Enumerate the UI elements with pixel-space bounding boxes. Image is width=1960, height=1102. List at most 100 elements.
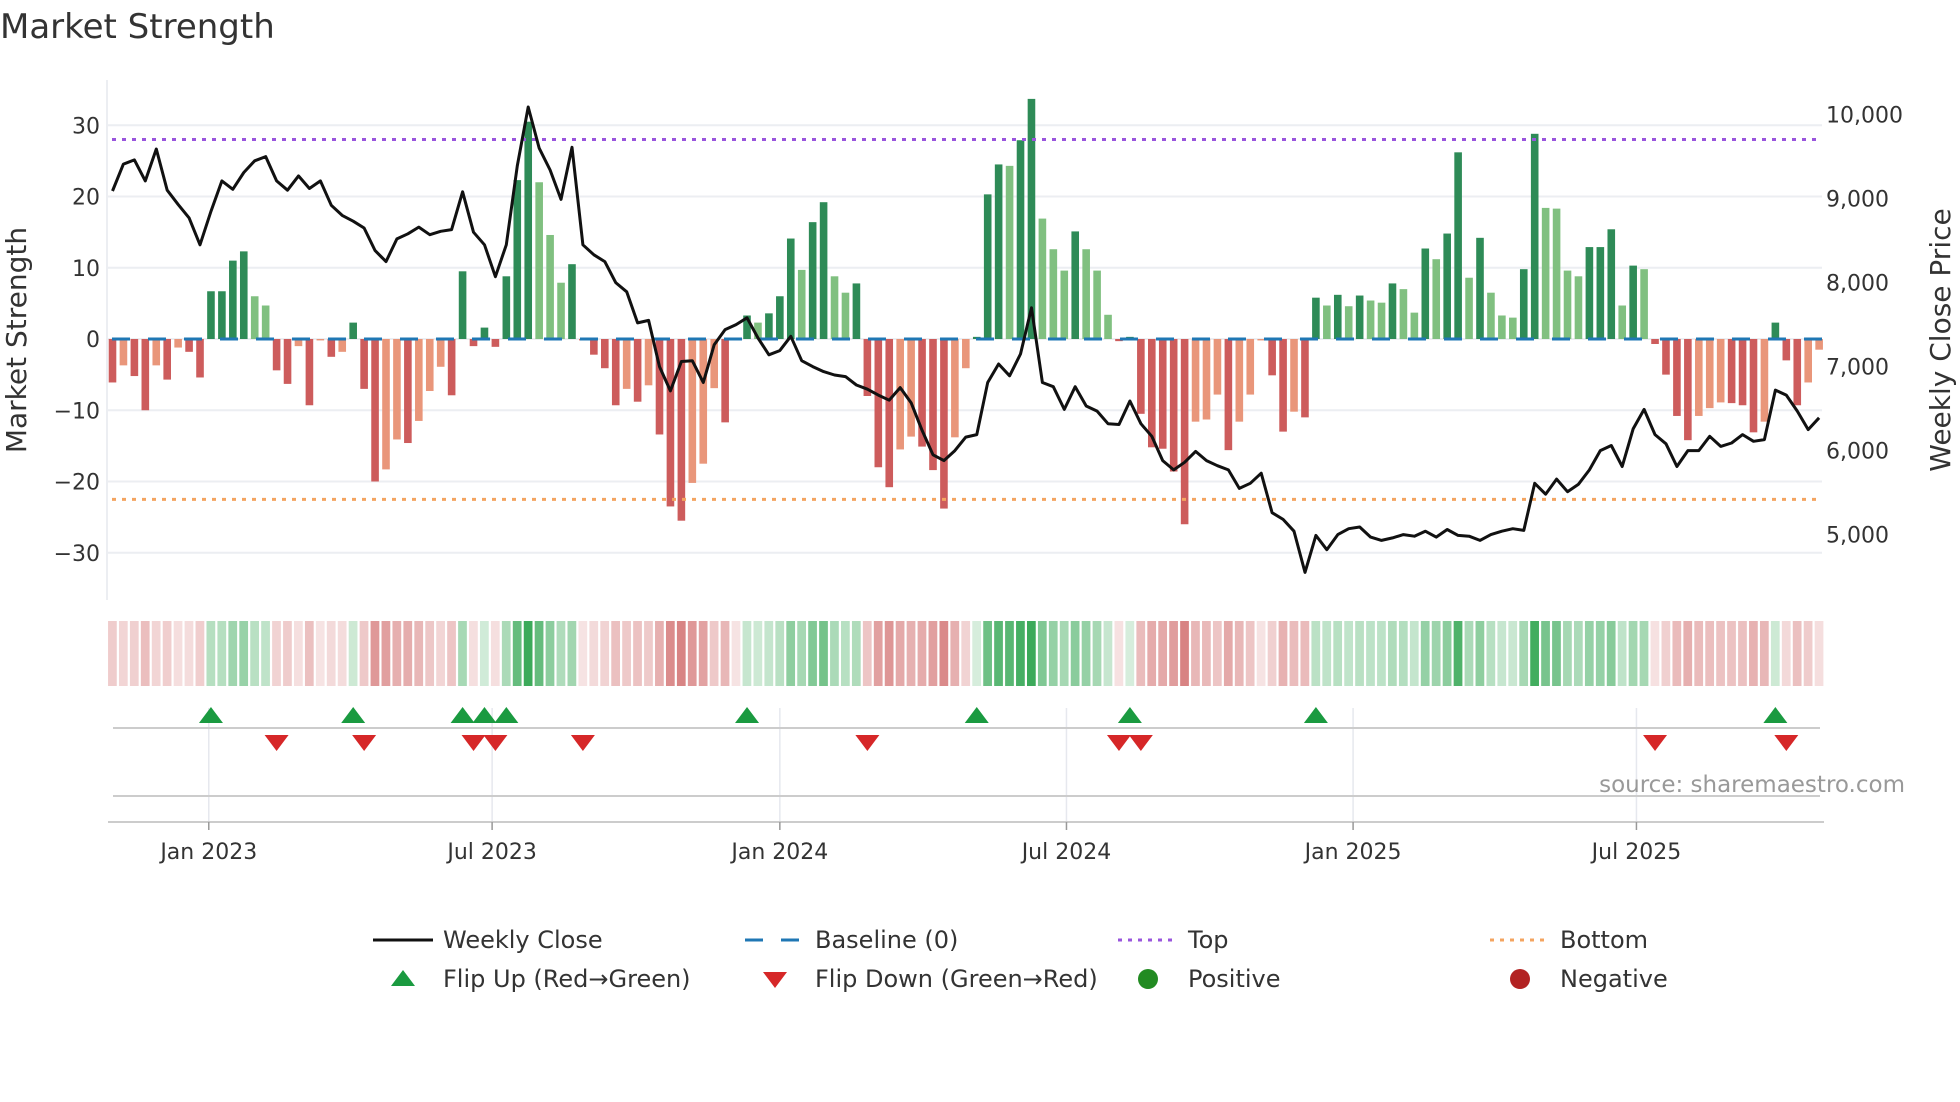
- heat-cell: [228, 621, 238, 686]
- strength-bar: [1618, 305, 1627, 339]
- strength-bar: [940, 339, 948, 509]
- strength-bar: [994, 164, 1003, 339]
- strength-bar: [1519, 269, 1528, 339]
- strength-bar: [1552, 208, 1561, 339]
- y2-tick-label: 9,000: [1826, 188, 1889, 213]
- strength-bar: [207, 291, 215, 339]
- y-tick-label: 30: [72, 114, 100, 139]
- chart-title: Market Strength: [0, 7, 275, 47]
- heat-cell: [1125, 621, 1135, 686]
- strength-bar: [1749, 339, 1758, 433]
- heat-cell: [895, 621, 905, 686]
- heat-cell: [1103, 621, 1113, 686]
- heat-cell: [304, 621, 314, 686]
- y-tick-label: 10: [72, 257, 100, 282]
- y2-tick-label: 5,000: [1826, 524, 1889, 549]
- heat-cell: [786, 621, 796, 686]
- strength-bar: [1607, 229, 1616, 339]
- strength-bar: [491, 339, 500, 347]
- strength-bar: [841, 292, 850, 339]
- strength-bar: [261, 305, 270, 339]
- heat-cell: [862, 621, 872, 686]
- legend-item: Bottom: [1490, 926, 1648, 954]
- heat-cell: [731, 621, 741, 686]
- flip-up-marker: [341, 707, 366, 723]
- strength-bar: [239, 251, 248, 339]
- legend-item: Weekly Close: [373, 926, 603, 954]
- strength-bar: [776, 296, 784, 339]
- y2-tick-label: 6,000: [1826, 440, 1889, 465]
- heat-cell: [1727, 621, 1736, 686]
- strength-bar: [1180, 339, 1189, 525]
- flip-down-marker: [1774, 735, 1799, 751]
- strength-bar: [1662, 339, 1670, 375]
- heat-cell: [1530, 621, 1539, 686]
- strength-bar: [1082, 249, 1090, 339]
- strength-bar: [1443, 233, 1451, 339]
- heat-cell: [1442, 621, 1452, 686]
- heat-cell: [1202, 621, 1211, 686]
- left-axis-ticks: −30 −20 −10 0 10 20 30: [54, 114, 100, 567]
- heat-cell: [644, 621, 653, 686]
- strength-bar: [1498, 315, 1506, 339]
- heat-cell: [1749, 621, 1758, 686]
- heat-cell: [1289, 621, 1299, 686]
- strength-bar: [1312, 297, 1320, 339]
- strength-bar: [951, 339, 959, 438]
- heat-cell: [1322, 621, 1332, 686]
- legend-label: Bottom: [1560, 926, 1648, 954]
- flip-down-marker: [483, 735, 508, 751]
- heat-cell: [1803, 621, 1813, 686]
- y-tick-label: −30: [54, 542, 100, 567]
- strength-bar: [1815, 339, 1823, 350]
- heat-cell: [556, 621, 566, 686]
- heat-cell: [1563, 621, 1572, 686]
- heat-cell: [1377, 621, 1386, 686]
- heat-cell: [534, 621, 544, 686]
- strength-bar: [1027, 98, 1036, 339]
- x-tick-label: Jul 2025: [1590, 840, 1682, 865]
- heat-cell: [1584, 621, 1594, 686]
- heat-cell: [184, 621, 194, 686]
- heat-cell: [939, 621, 949, 686]
- heat-cell: [1694, 621, 1704, 686]
- strength-bar: [1476, 237, 1484, 339]
- heat-cell: [261, 621, 270, 686]
- heat-cell: [425, 621, 435, 686]
- heat-cell: [1136, 621, 1146, 686]
- strength-bar: [1257, 339, 1265, 341]
- heat-cell: [1234, 621, 1244, 686]
- heat-cell: [1366, 621, 1375, 686]
- heat-cell: [523, 621, 533, 686]
- heat-cell: [195, 621, 205, 686]
- heat-cell: [381, 621, 391, 686]
- heat-cell: [326, 621, 336, 686]
- strength-bar: [1235, 339, 1244, 422]
- source-credit: source: sharemaestro.com: [1599, 772, 1905, 798]
- strength-bar: [415, 339, 423, 421]
- y-tick-label: −20: [54, 471, 100, 496]
- strength-bar: [830, 276, 839, 339]
- legend-item: Flip Up (Red→Green): [391, 965, 691, 993]
- heat-cell: [545, 621, 555, 686]
- strength-bar: [1366, 300, 1375, 339]
- x-axis-ticks: Jan 2023 Jul 2023 Jan 2024 Jul 2024 Jan 2025…: [158, 822, 1681, 865]
- heat-cell: [1606, 621, 1616, 686]
- heat-cell: [469, 621, 478, 686]
- strength-heat-strip: [108, 621, 1824, 686]
- strength-bar: [1388, 283, 1397, 339]
- heat-cell: [458, 621, 467, 686]
- heat-cell: [479, 621, 489, 686]
- heat-cell: [578, 621, 588, 686]
- heat-cell: [1005, 621, 1014, 686]
- heat-cell: [140, 621, 150, 686]
- strength-bar: [1541, 207, 1550, 339]
- legend-label: Flip Up (Red→Green): [443, 965, 691, 993]
- strength-bar: [1005, 165, 1014, 339]
- strength-bar: [1060, 270, 1069, 339]
- flip-up-marker: [198, 707, 223, 723]
- heat-cell: [403, 621, 413, 686]
- strength-bar: [1487, 292, 1495, 339]
- strength-bar: [1716, 339, 1725, 403]
- heat-cell: [1508, 621, 1518, 686]
